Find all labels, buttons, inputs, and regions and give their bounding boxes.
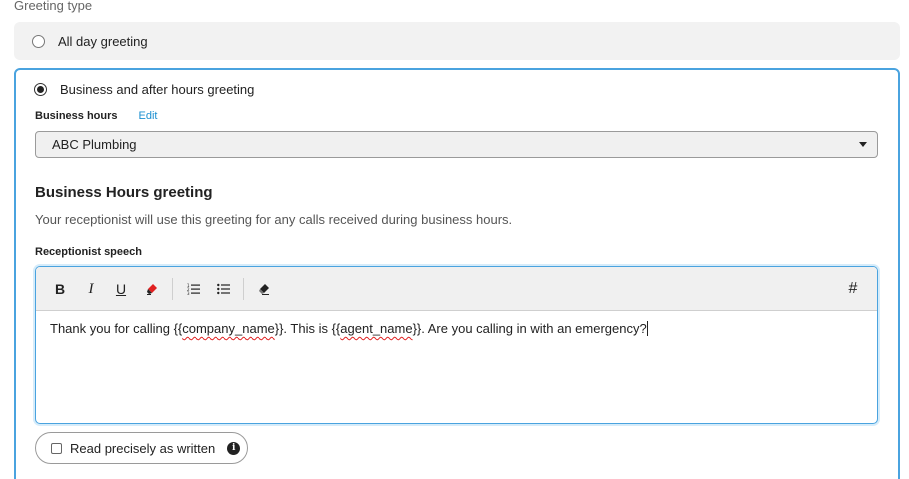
read-precisely-toggle[interactable]: Read precisely as written i <box>35 432 248 464</box>
toolbar-separator <box>243 278 244 300</box>
underline-icon[interactable]: U <box>113 280 129 298</box>
business-hours-label: Business hours <box>35 110 118 122</box>
speech-segment: }}. Are you calling in with an emergency… <box>412 321 647 336</box>
bullet-list-icon[interactable] <box>214 280 232 298</box>
business-hours-select[interactable]: ABC Plumbing <box>35 131 878 158</box>
receptionist-speech-text[interactable]: Thank you for calling {{company_name}}. … <box>50 321 648 336</box>
toolbar-separator <box>172 278 173 300</box>
business-after-hours-label: Business and after hours greeting <box>60 82 255 97</box>
receptionist-speech-label: Receptionist speech <box>35 246 142 258</box>
hashtag-icon[interactable]: # <box>844 280 862 298</box>
business-hours-edit-link[interactable]: Edit <box>139 110 158 122</box>
business-after-hours-radio[interactable] <box>34 83 47 96</box>
speech-segment: }}. This is {{ <box>274 321 341 336</box>
speech-variable-agent-name: agent_name <box>340 321 413 336</box>
greeting-type-label: Greeting type <box>14 0 93 13</box>
speech-segment: Thank you for calling {{ <box>50 321 183 336</box>
editor-toolbar: B I U 123 # <box>36 267 877 311</box>
bold-icon[interactable]: B <box>52 280 68 298</box>
read-precisely-label: Read precisely as written <box>70 440 216 456</box>
business-hours-greeting-description: Your receptionist will use this greeting… <box>35 212 513 227</box>
business-after-hours-option[interactable]: Business and after hours greeting Busine… <box>14 68 900 479</box>
all-day-greeting-label: All day greeting <box>58 33 148 49</box>
highlighter-icon[interactable] <box>143 280 161 298</box>
ordered-list-icon[interactable]: 123 <box>184 280 202 298</box>
eraser-icon[interactable] <box>255 280 273 298</box>
info-icon[interactable]: i <box>227 441 241 455</box>
chevron-down-icon <box>859 142 867 147</box>
read-precisely-checkbox[interactable] <box>51 442 62 454</box>
business-hours-selected-value: ABC Plumbing <box>52 137 137 152</box>
italic-icon[interactable]: I <box>83 280 99 298</box>
speech-variable-company-name: company_name <box>182 321 275 336</box>
receptionist-speech-editor[interactable]: B I U 123 # Thank you for calling {{comp… <box>35 266 878 424</box>
text-cursor <box>646 321 648 336</box>
all-day-greeting-option[interactable]: All day greeting <box>14 22 900 60</box>
business-hours-greeting-title: Business Hours greeting <box>35 184 213 201</box>
svg-text:3: 3 <box>187 291 190 295</box>
all-day-greeting-radio[interactable] <box>32 34 45 48</box>
